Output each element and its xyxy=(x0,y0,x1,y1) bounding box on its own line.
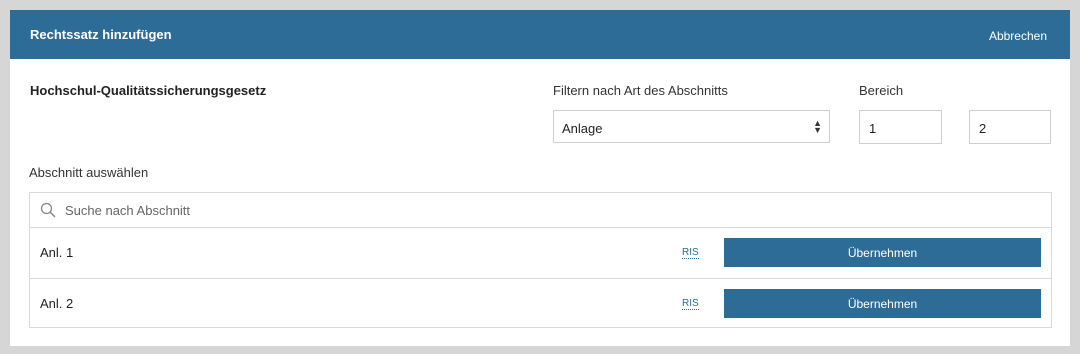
add-legal-clause-dialog: Rechtssatz hinzufügen Abbrechen Hochschu… xyxy=(10,10,1070,346)
range-to-input[interactable]: 2 xyxy=(969,110,1051,144)
ris-link[interactable]: RIS xyxy=(682,298,699,310)
range-from-value: 1 xyxy=(869,121,877,136)
adopt-button[interactable]: Übernehmen xyxy=(724,238,1041,267)
section-label: Anl. 2 xyxy=(40,296,74,311)
range-from-input[interactable]: 1 xyxy=(859,110,942,144)
dialog-title: Rechtssatz hinzufügen xyxy=(30,27,172,42)
search-placeholder: Suche nach Abschnitt xyxy=(65,203,191,218)
section-type-select[interactable]: Anlage ▲ ▼ xyxy=(553,110,830,143)
range-to-value: 2 xyxy=(979,121,987,136)
list-item: Anl. 2 RIS Übernehmen xyxy=(30,279,1051,329)
range-label: Bereich xyxy=(859,83,904,98)
dialog-header: Rechtssatz hinzufügen Abbrechen xyxy=(10,10,1070,59)
section-search-input[interactable]: Suche nach Abschnitt xyxy=(30,193,1051,228)
search-icon xyxy=(40,202,56,218)
select-arrows-icon: ▲ ▼ xyxy=(813,118,822,135)
section-select-label: Abschnitt auswählen xyxy=(29,165,149,180)
adopt-button[interactable]: Übernehmen xyxy=(724,289,1041,318)
section-label: Anl. 1 xyxy=(40,245,74,260)
cancel-button[interactable]: Abbrechen xyxy=(989,29,1047,43)
ris-link[interactable]: RIS xyxy=(682,247,699,259)
list-item: Anl. 1 RIS Übernehmen xyxy=(30,228,1051,279)
section-list: Suche nach Abschnitt Anl. 1 RIS Übernehm… xyxy=(29,192,1052,328)
filter-label: Filtern nach Art des Abschnitts xyxy=(553,83,728,98)
law-title: Hochschul-Qualitätssicherungsgesetz xyxy=(30,83,267,98)
section-type-value: Anlage xyxy=(562,121,603,136)
